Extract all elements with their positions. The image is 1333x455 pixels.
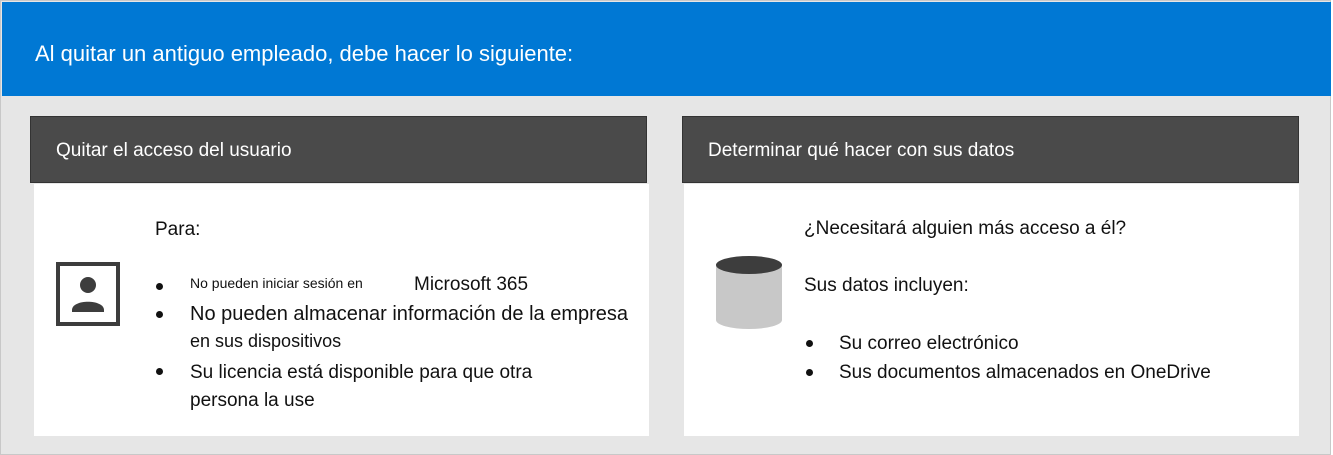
banner-title: Al quitar un antiguo empleado, debe hace… (35, 41, 574, 66)
left-panel-header: Quitar el acceso del usuario (30, 116, 647, 183)
bullet-dot (156, 283, 163, 290)
right-panel-header: Determinar qué hacer con sus datos (682, 116, 1299, 183)
bullet-1-small-text: No pueden iniciar sesión en (190, 275, 363, 291)
bullet-3-line-1: Su licencia está disponible para que otr… (190, 362, 533, 383)
right-panel-title: Determinar qué hacer con sus datos (708, 140, 1015, 161)
bullet-dot (156, 368, 163, 375)
database-icon (714, 254, 784, 332)
bullet-dot (806, 369, 813, 376)
left-intro: Para: (155, 219, 201, 240)
bullet-2-line-1: No pueden almacenar información de la em… (190, 303, 629, 325)
user-profile-icon (56, 262, 120, 326)
title-banner: Al quitar un antiguo empleado, debe hace… (2, 2, 1331, 96)
left-panel-title: Quitar el acceso del usuario (56, 140, 292, 161)
right-question: ¿Necesitará alguien más acceso a él? (804, 218, 1127, 239)
data-item-2: Sus documentos almacenados en OneDrive (839, 362, 1211, 383)
bullet-3-line-2: persona la use (190, 390, 315, 411)
right-panel-body: ¿Necesitará alguien más acceso a él? Sus… (684, 184, 1299, 436)
data-item-1: Su correo electrónico (839, 333, 1019, 354)
diagram-frame: Al quitar un antiguo empleado, debe hace… (0, 0, 1331, 455)
left-panel-body: Para: No pueden iniciar sesión en Micros… (34, 184, 649, 436)
bullet-2-line-2: en sus dispositivos (190, 331, 342, 351)
bullet-1-product-name: Microsoft 365 (414, 274, 529, 295)
bullet-dot (806, 340, 813, 347)
bullet-dot (156, 311, 163, 318)
right-intro: Sus datos incluyen: (804, 275, 969, 296)
